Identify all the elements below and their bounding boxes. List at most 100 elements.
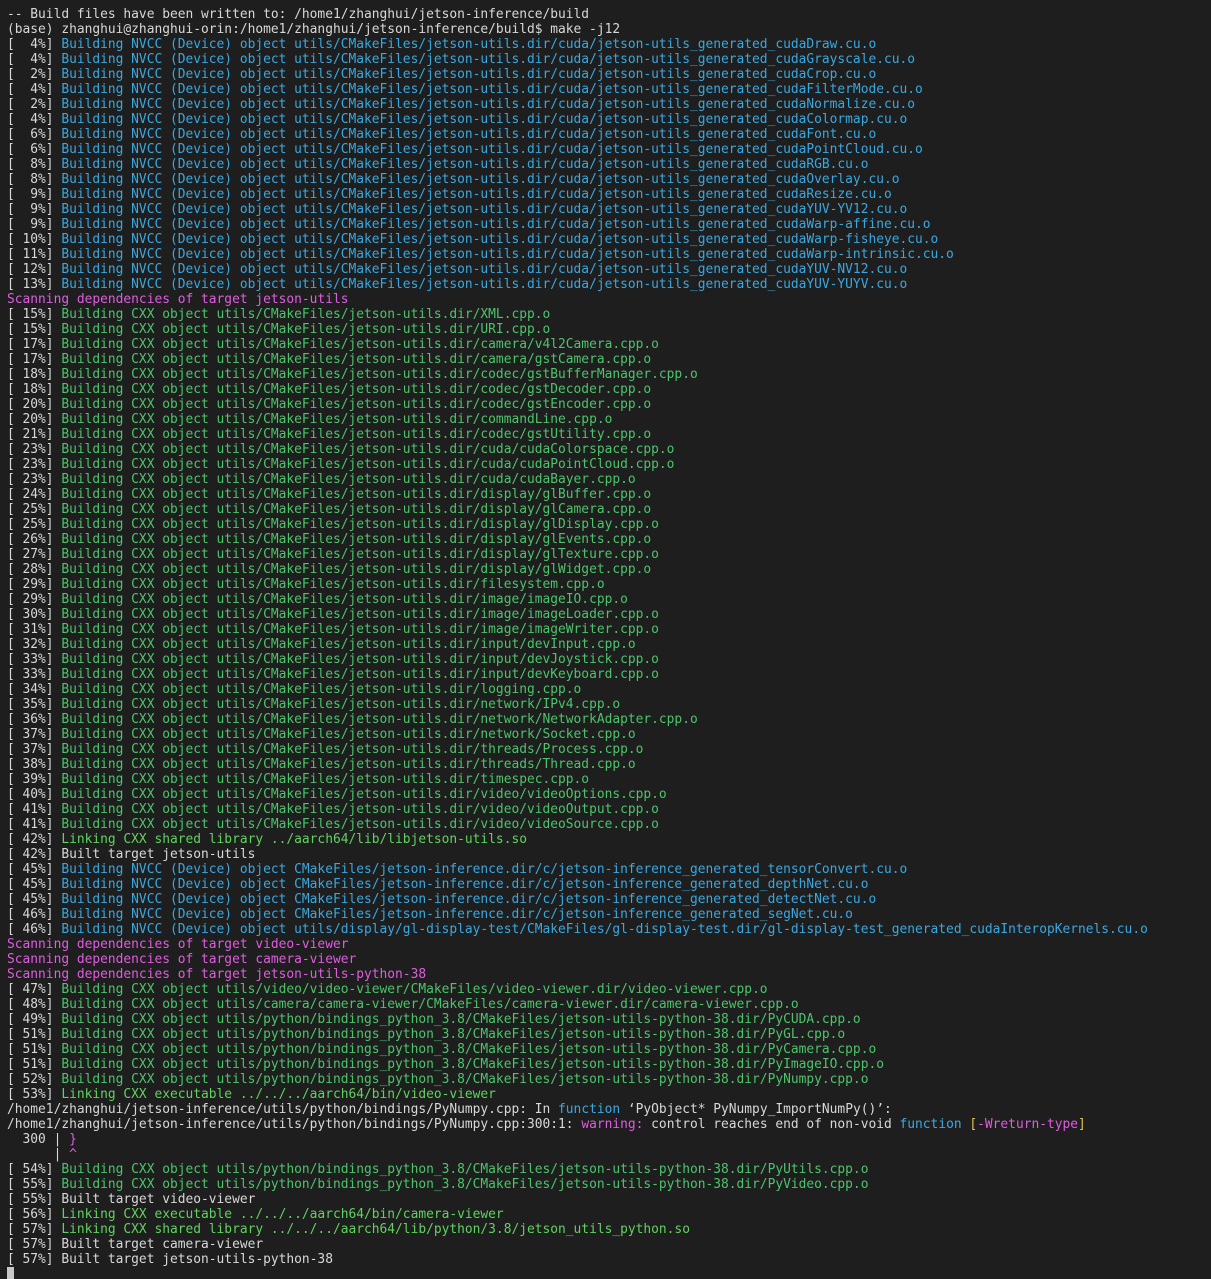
terminal-text-segment: Building CXX object utils/video/video-vi… [61,982,768,997]
terminal-line: [ 31%] Building CXX object utils/CMakeFi… [7,622,1211,637]
terminal-text-segment: [ 46%] [7,922,62,937]
terminal-text-segment: [ 10%] [7,232,62,247]
terminal-text-segment: Scanning dependencies of target jetson-u… [7,292,349,307]
terminal-text-segment: [ 23%] [7,472,62,487]
terminal-text-segment: ] [1078,1117,1086,1132]
terminal-text-segment: [ 42%] [7,832,62,847]
terminal-text-segment: Building CXX object utils/CMakeFiles/jet… [61,727,636,742]
terminal-line: [ 4%] Building NVCC (Device) object util… [7,112,1211,127]
terminal-text-segment: [ 26%] [7,532,62,547]
terminal-text-segment: [ 20%] [7,397,62,412]
terminal-line: [ 23%] Building CXX object utils/CMakeFi… [7,442,1211,457]
terminal-text-segment: Building CXX object utils/CMakeFiles/jet… [61,757,636,772]
terminal-text-segment: [ 21%] [7,427,62,442]
terminal-line: [ 9%] Building NVCC (Device) object util… [7,217,1211,232]
terminal-text-segment: [ 25%] [7,517,62,532]
terminal-text-segment: Building NVCC (Device) object utils/CMak… [61,202,908,217]
terminal-text-segment: Scanning dependencies of target jetson-u… [7,967,427,982]
terminal-text-segment: [ 15%] [7,307,62,322]
terminal-text-segment: 300 | [7,1132,70,1147]
terminal-text-segment: Building NVCC (Device) object utils/CMak… [61,172,900,187]
terminal-text-segment: [ 33%] [7,652,62,667]
terminal-text-segment: [ 55%] [7,1177,62,1192]
terminal-line: [ 12%] Building NVCC (Device) object uti… [7,262,1211,277]
terminal-line: [ 56%] Linking CXX executable ../../../a… [7,1207,1211,1222]
terminal-line: [ 6%] Building NVCC (Device) object util… [7,127,1211,142]
terminal-text-segment: [ 13%] [7,277,62,292]
terminal-text-segment: [ 46%] [7,907,62,922]
terminal-line: [ 47%] Building CXX object utils/video/v… [7,982,1211,997]
terminal-line: [ 37%] Building CXX object utils/CMakeFi… [7,742,1211,757]
terminal-line: [ 2%] Building NVCC (Device) object util… [7,97,1211,112]
terminal-line: [ 32%] Building CXX object utils/CMakeFi… [7,637,1211,652]
terminal-line: [ 57%] Linking CXX shared library ../../… [7,1222,1211,1237]
terminal-text-segment: [ 51%] [7,1042,62,1057]
terminal-line: [ 38%] Building CXX object utils/CMakeFi… [7,757,1211,772]
terminal-text-segment: [ 8%] [7,157,62,172]
terminal-text-segment: [ 2%] [7,97,62,112]
terminal-line: [ 46%] Building NVCC (Device) object CMa… [7,907,1211,922]
terminal-text-segment: (base) zhanghui@zhanghui-orin:/home1/zha… [7,22,621,37]
terminal-line: [ 24%] Building CXX object utils/CMakeFi… [7,487,1211,502]
terminal-text-segment: Linking CXX shared library ../aarch64/li… [61,832,527,847]
terminal-line: [ 48%] Building CXX object utils/camera/… [7,997,1211,1012]
terminal-line: [ 51%] Building CXX object utils/python/… [7,1042,1211,1057]
terminal-text-segment: [ 30%] [7,607,62,622]
terminal-line: Scanning dependencies of target jetson-u… [7,292,1211,307]
terminal-text-segment: Building CXX object utils/CMakeFiles/jet… [61,457,675,472]
terminal-text-segment: Linking CXX executable ../../../aarch64/… [61,1207,504,1222]
terminal-text-segment: Building CXX object utils/python/binding… [61,1072,869,1087]
terminal-text-segment: [ 52%] [7,1072,62,1087]
terminal-line: [ 17%] Building CXX object utils/CMakeFi… [7,337,1211,352]
terminal-text-segment: [ 41%] [7,802,62,817]
terminal-line: [ 15%] Building CXX object utils/CMakeFi… [7,322,1211,337]
terminal-text-segment: Building NVCC (Device) object utils/CMak… [61,157,869,172]
terminal-text-segment: function [899,1117,962,1132]
terminal-text-segment: [ 20%] [7,412,62,427]
terminal-text-segment: [ 9%] [7,217,62,232]
terminal-text-segment: Building CXX object utils/CMakeFiles/jet… [61,652,659,667]
terminal-text-segment: [ 42%] Built target jetson-utils [7,847,256,862]
terminal-line: /home1/zhanghui/jetson-inference/utils/p… [7,1117,1211,1132]
terminal-line: [ 4%] Building NVCC (Device) object util… [7,37,1211,52]
terminal-line: [ 6%] Building NVCC (Device) object util… [7,142,1211,157]
terminal-text-segment: Linking CXX executable ../../../aarch64/… [61,1087,496,1102]
terminal-line: [ 20%] Building CXX object utils/CMakeFi… [7,397,1211,412]
terminal-line: [ 33%] Building CXX object utils/CMakeFi… [7,667,1211,682]
terminal-text-segment: [ 9%] [7,202,62,217]
terminal-line: -- Build files have been written to: /ho… [7,7,1211,22]
terminal-text-segment: [ 48%] [7,997,62,1012]
terminal-line: (base) zhanghui@zhanghui-orin:/home1/zha… [7,22,1211,37]
terminal-text-segment: Building CXX object utils/CMakeFiles/jet… [61,322,551,337]
terminal-text-segment: Building NVCC (Device) object utils/CMak… [61,247,954,262]
terminal-text-segment: Building NVCC (Device) object CMakeFiles… [61,907,853,922]
terminal-text-segment: control reaches end of non-void [643,1117,900,1132]
terminal-text-segment: Building CXX object utils/CMakeFiles/jet… [61,397,652,412]
terminal-text-segment: /home1/zhanghui/jetson-inference/utils/p… [7,1117,582,1132]
terminal-text-segment: Building CXX object utils/CMakeFiles/jet… [61,712,698,727]
terminal-text-segment: [ 29%] [7,592,62,607]
terminal-text-segment: [ 51%] [7,1057,62,1072]
terminal-text-segment: [ 34%] [7,682,62,697]
terminal-text-segment: [ 36%] [7,712,62,727]
terminal-text-segment: warning: [581,1117,644,1132]
terminal-text-segment: Building NVCC (Device) object utils/CMak… [61,127,877,142]
terminal-text-segment: [ 6%] [7,142,62,157]
terminal-text-segment: [ 57%] Built target jetson-utils-python-… [7,1252,333,1267]
terminal-line: [ 20%] Building CXX object utils/CMakeFi… [7,412,1211,427]
terminal-text-segment: Building NVCC (Device) object CMakeFiles… [61,877,869,892]
terminal-line: [ 40%] Building CXX object utils/CMakeFi… [7,787,1211,802]
terminal-text-segment: Building CXX object utils/python/binding… [61,1042,877,1057]
terminal-line: | ^ [7,1147,1211,1162]
terminal-line: [ 35%] Building CXX object utils/CMakeFi… [7,697,1211,712]
terminal-output[interactable]: -- Build files have been written to: /ho… [0,0,1211,1279]
terminal-text-segment: [ 4%] [7,52,62,67]
terminal-text-segment: function [558,1102,621,1117]
terminal-line: [ 30%] Building CXX object utils/CMakeFi… [7,607,1211,622]
terminal-text-segment: [ 29%] [7,577,62,592]
terminal-prompt-line [7,1267,1211,1279]
terminal-line: Scanning dependencies of target jetson-u… [7,967,1211,982]
terminal-text-segment: Building CXX object utils/python/binding… [61,1057,884,1072]
terminal-line: [ 25%] Building CXX object utils/CMakeFi… [7,517,1211,532]
terminal-line: Scanning dependencies of target camera-v… [7,952,1211,967]
